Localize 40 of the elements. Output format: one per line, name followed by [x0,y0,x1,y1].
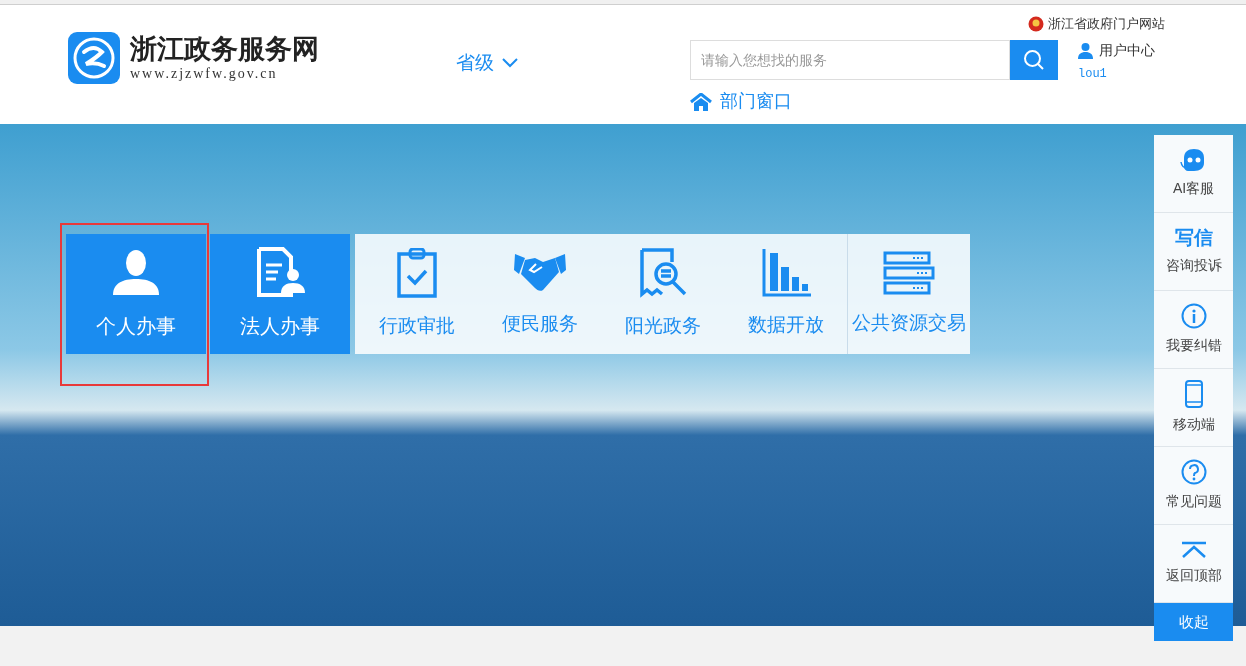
sidebar-item[interactable]: 移动端 [1154,369,1233,447]
search-field[interactable]: 请输入您想找的服务 [690,40,1010,80]
info-icon [1180,303,1207,329]
user-icon [1077,42,1094,59]
service-tile[interactable]: 阳光政务 [601,234,724,354]
write-letter-icon: 写信 [1174,227,1213,249]
collapse-button[interactable]: 收起 [1154,603,1233,641]
document-person-icon [255,247,305,297]
service-tile[interactable]: 法人办事 [210,234,350,354]
server-icon [883,250,935,295]
sidebar-item[interactable]: 常见问题 [1154,447,1233,525]
search-button[interactable] [1010,40,1058,80]
site-title: 浙江政务服务网 [130,33,319,65]
username: lou1 [1078,66,1107,83]
mobile-phone-icon [1184,380,1203,408]
document-magnifier-icon [637,247,688,298]
region-dropdown[interactable]: 省级 [456,49,518,78]
question-icon [1180,459,1207,485]
sidebar-item[interactable]: 写信 咨询投诉 [1154,213,1233,291]
home-icon [690,92,712,111]
service-tile[interactable]: 行政审批 [355,234,478,354]
chevron-up-icon [1180,541,1207,559]
sidebar-item[interactable]: 返回顶部 [1154,525,1233,603]
clipboard-check-icon [395,247,438,298]
service-tile[interactable]: 便民服务 [478,234,601,354]
person-icon [111,247,161,297]
user-center-link[interactable]: 用户中心 [1077,40,1155,61]
portal-link[interactable]: 浙江省政府门户网站 [1028,14,1165,34]
sidebar-item[interactable]: 我要纠错 [1154,291,1233,369]
bar-chart-icon [760,248,811,297]
service-tile[interactable]: 公共资源交易 [847,234,970,354]
department-window-link[interactable]: 部门窗口 [690,88,792,115]
service-tile[interactable]: 数据开放 [724,234,847,354]
site-url: www.zjzwfw.gov.cn [130,65,279,83]
logo-icon [68,32,120,84]
chevron-down-icon [502,58,518,69]
sidebar-item[interactable]: AI客服 [1154,135,1233,213]
emblem-icon [1028,15,1044,32]
service-tile[interactable]: 个人办事 [66,234,206,354]
search-icon [1023,49,1045,71]
